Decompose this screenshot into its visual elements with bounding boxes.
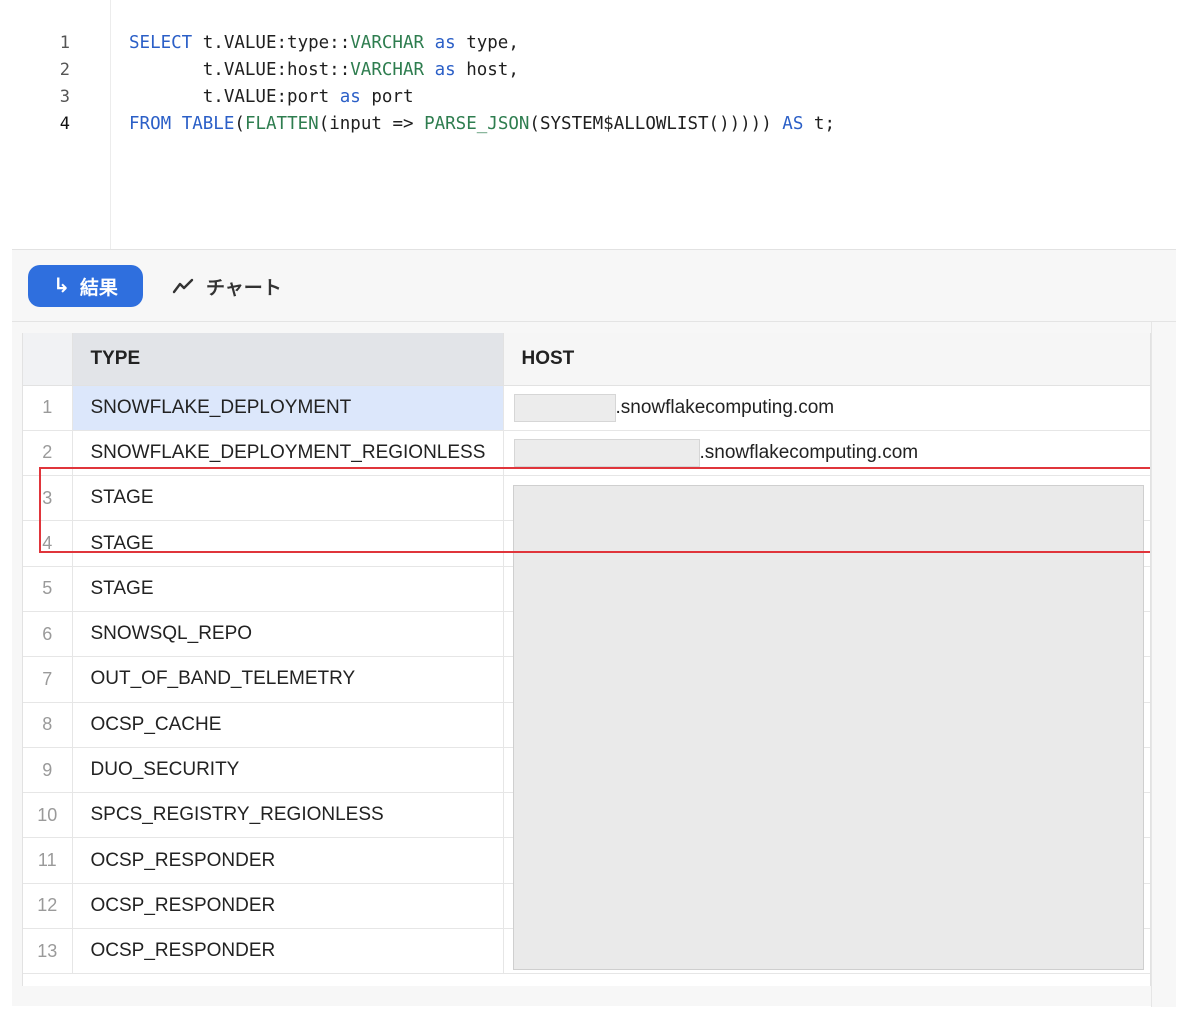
tab-results[interactable]: ↳ 結果 <box>28 265 143 307</box>
tab-chart-label: チャート <box>206 277 282 299</box>
line-number-active: 4 <box>59 114 70 134</box>
row-index: 10 <box>23 792 73 839</box>
code-token: AS <box>782 114 804 134</box>
row-index: 1 <box>23 385 73 431</box>
line-number: 3 <box>59 87 70 107</box>
row-index: 9 <box>23 747 73 794</box>
vertical-scrollbar[interactable] <box>1151 322 1176 1007</box>
code-token: SELECT <box>129 33 193 53</box>
cell-type[interactable]: STAGE <box>72 475 504 522</box>
code-token: VARCHAR <box>350 60 425 80</box>
row-index: 3 <box>23 475 73 522</box>
code-line-2[interactable]: t.VALUE:host::VARCHAR as host, <box>129 57 519 84</box>
line-number: 2 <box>59 60 70 80</box>
code-token: port <box>360 87 414 107</box>
results-panel: ↳ 結果 チャート TYPE HOST 1 SNOWFLAKE_DEPLOYMEN… <box>12 249 1176 1007</box>
cell-type[interactable]: OUT_OF_BAND_TELEMETRY <box>72 656 504 703</box>
row-index: 7 <box>23 656 73 703</box>
line-number: 1 <box>59 33 70 53</box>
table-row[interactable]: 2 SNOWFLAKE_DEPLOYMENT_REGIONLESS .snowfla… <box>23 430 1150 477</box>
cell-type[interactable]: SNOWFLAKE_DEPLOYMENT <box>72 385 504 431</box>
cell-type[interactable]: OCSP_RESPONDER <box>72 837 504 884</box>
tab-chart[interactable]: チャート <box>172 265 282 307</box>
cell-type[interactable]: OCSP_RESPONDER <box>72 883 504 930</box>
cell-type[interactable]: OCSP_RESPONDER <box>72 928 504 975</box>
code-token: as <box>434 60 456 80</box>
code-line-3[interactable]: t.VALUE:port as port <box>129 84 414 111</box>
cell-type[interactable]: STAGE <box>72 520 504 567</box>
cell-host[interactable]: .snowflakecomputing.com <box>503 430 1150 477</box>
table-row[interactable]: 1 SNOWFLAKE_DEPLOYMENT .snowflakecomputing… <box>23 385 1150 431</box>
code-line-4[interactable]: FROM TABLE(FLATTEN(input => PARSE_JSON(S… <box>129 111 835 138</box>
code-token: TABLE <box>181 114 235 134</box>
line-chart-icon <box>172 277 194 295</box>
code-token: (SYSTEM$ALLOWLIST())))) <box>529 114 783 134</box>
code-token: as <box>434 33 456 53</box>
row-index: 8 <box>23 702 73 748</box>
code-line-1[interactable]: SELECT t.VALUE:type::VARCHAR as type, <box>129 30 519 57</box>
code-token: FROM <box>129 114 172 134</box>
result-tabbar: ↳ 結果 チャート <box>12 250 1176 322</box>
code-token: FLATTEN <box>244 114 319 134</box>
code-token: t.VALUE:port <box>129 87 340 107</box>
arrow-return-icon: ↳ <box>53 275 70 297</box>
redacted-host-area <box>513 485 1144 970</box>
row-index: 12 <box>23 883 73 930</box>
host-suffix: .snowflakecomputing.com <box>699 441 919 463</box>
cell-type[interactable]: STAGE <box>72 566 504 612</box>
sql-editor[interactable]: 1 2 3 4 SELECT t.VALUE:type::VARCHAR as … <box>0 0 1202 250</box>
row-index: 4 <box>23 520 73 567</box>
code-token: ( <box>234 114 245 134</box>
redacted-value <box>513 393 616 422</box>
cell-type[interactable]: DUO_SECURITY <box>72 747 504 794</box>
column-header-type[interactable]: TYPE <box>72 333 504 386</box>
header-row: TYPE HOST <box>23 333 1150 386</box>
cell-type[interactable]: SNOWFLAKE_DEPLOYMENT_REGIONLESS <box>72 430 504 477</box>
cell-type[interactable]: SNOWSQL_REPO <box>72 611 504 658</box>
cell-host[interactable]: .snowflakecomputing.com <box>503 385 1150 431</box>
row-index: 2 <box>23 430 73 477</box>
row-index: 11 <box>23 837 73 884</box>
redacted-value <box>513 438 700 467</box>
code-token: type, <box>455 33 519 53</box>
row-index: 6 <box>23 611 73 658</box>
results-grid: TYPE HOST 1 SNOWFLAKE_DEPLOYMENT .snowflak… <box>22 333 1151 986</box>
cell-type[interactable]: SPCS_REGISTRY_REGIONLESS <box>72 792 504 839</box>
row-index: 13 <box>23 928 73 975</box>
row-index-header <box>23 333 73 386</box>
code-token: t; <box>803 114 835 134</box>
code-token: t.VALUE:type:: <box>192 33 351 53</box>
line-number-gutter: 1 2 3 4 <box>0 0 111 250</box>
code-token: PARSE_JSON <box>424 114 530 134</box>
code-token: (input => <box>318 114 425 134</box>
host-suffix: .snowflakecomputing.com <box>615 396 835 418</box>
tab-results-label: 結果 <box>79 277 118 299</box>
code-token: t.VALUE:host:: <box>129 60 351 80</box>
column-header-host[interactable]: HOST <box>503 333 1150 386</box>
cell-type[interactable]: OCSP_CACHE <box>72 702 504 748</box>
code-token: VARCHAR <box>350 33 425 53</box>
code-token: as <box>339 87 361 107</box>
code-token: host, <box>455 60 519 80</box>
row-index: 5 <box>23 566 73 612</box>
